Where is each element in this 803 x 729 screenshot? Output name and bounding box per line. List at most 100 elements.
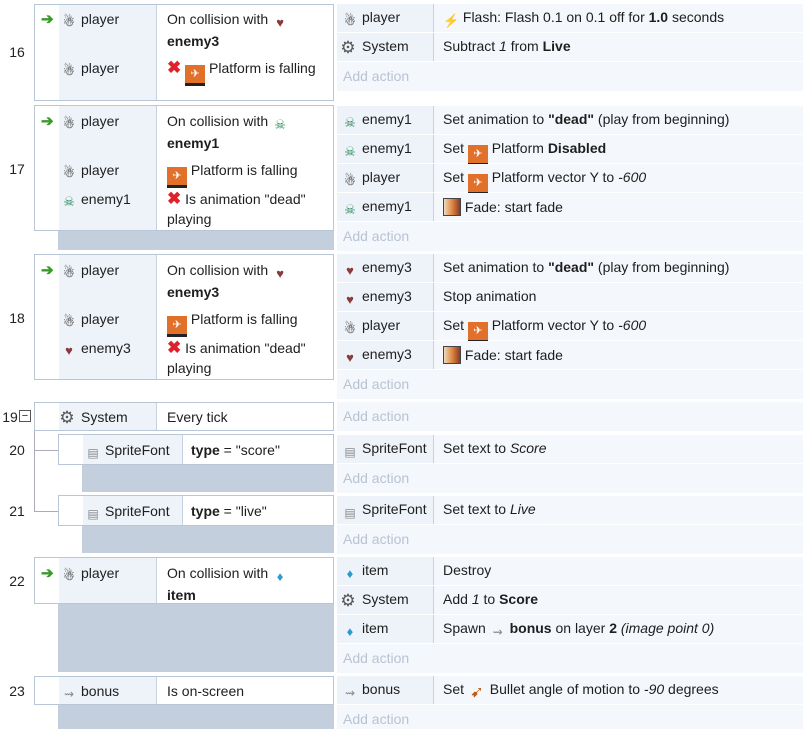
event-22-conditions[interactable]: ➔ ☃ player On collision with ♦ item (34, 557, 334, 604)
platform-behavior-icon: ✈ (467, 174, 488, 195)
condition-object: System (81, 409, 128, 425)
add-action-button[interactable]: Add action (337, 222, 803, 251)
spritefont-icon: ▤ (344, 445, 356, 459)
action-text: Set ✈ Platform vector Y to -600 (443, 169, 646, 195)
action-object: enemy3 (362, 346, 412, 362)
action-row[interactable]: ☃ player ⚡ Flash: Flash 0.1 on 0.1 off fo… (337, 4, 803, 33)
item-icon: ♦ (276, 569, 284, 584)
action-row[interactable]: ☃ player Set ✈ Platform vector Y to -600 (337, 164, 803, 195)
action-text: Set ✈ Platform vector Y to -600 (443, 317, 646, 343)
action-text: Set ✈ Platform Disabled (443, 140, 606, 166)
gear-icon: ⚙ (340, 38, 356, 57)
fade-behavior-icon (443, 198, 461, 216)
action-row[interactable]: ▤ SpriteFont Set text to Live (337, 496, 803, 525)
player-icon: ☃ (344, 13, 356, 28)
action-text: Set text to Live (443, 501, 536, 517)
action-object: enemy1 (362, 198, 412, 214)
condition-label: Is animation "dead" playing (167, 340, 306, 376)
action-row[interactable]: ⚙ System Add 1 to Score (337, 586, 803, 615)
add-action-button[interactable]: Add action (337, 705, 803, 729)
condition-label: Is animation "dead" playing (167, 191, 306, 227)
event-number: 22 (9, 573, 25, 589)
event-23-conditions[interactable]: ⇝ bonus Is on-screen (34, 676, 334, 705)
event-22-empty-area (58, 604, 334, 672)
add-action-button[interactable]: Add action (337, 644, 803, 673)
item-icon: ♦ (346, 566, 354, 581)
condition-text[interactable]: Every tick (167, 407, 228, 427)
condition-param: enemy3 (167, 284, 220, 300)
action-object: System (362, 38, 409, 54)
condition-object: bonus (81, 683, 120, 699)
condition-label: Platform is falling (209, 60, 316, 76)
enemy1-icon: ☠ (344, 202, 356, 217)
condition-label: Platform is falling (190, 311, 298, 327)
action-row[interactable]: ⇝ bonus Set ➹ Bullet angle of motion to -… (337, 676, 803, 705)
condition-object: SpriteFont (105, 442, 170, 458)
action-object: SpriteFont (362, 440, 427, 456)
event-16-conditions[interactable]: ➔ ☃ player On collision with ♥ enemy3 ☃ … (34, 4, 334, 101)
action-row[interactable]: ▤ SpriteFont Set text to Score (337, 435, 803, 464)
enemy3-icon: ♥ (276, 266, 284, 281)
condition-param: item (167, 587, 196, 603)
event-20-empty-area (82, 465, 334, 492)
event-23-empty-area (58, 705, 334, 729)
event-21-empty-area (82, 526, 334, 553)
fade-behavior-icon (443, 346, 461, 364)
trigger-arrow-icon: ➔ (41, 262, 54, 279)
tree-line (34, 450, 58, 451)
action-row[interactable]: ♥ enemy3 Set animation to "dead" (play fr… (337, 254, 803, 283)
condition-label: On collision with (167, 262, 269, 278)
condition-text[interactable]: type = "live" (191, 501, 267, 521)
bonus-icon: ⇝ (344, 686, 356, 700)
condition-text[interactable]: ✖ Is animation "dead" playing (167, 338, 331, 378)
add-action-button[interactable]: Add action (337, 525, 803, 554)
condition-text[interactable]: ✖ ✈ Platform is falling (167, 58, 327, 86)
event-19-conditions[interactable]: ⚙ System Every tick (34, 402, 334, 431)
condition-param: enemy1 (167, 135, 220, 151)
action-row[interactable]: ☃ player Set ✈ Platform vector Y to -600 (337, 312, 803, 343)
action-text: Set ➹ Bullet angle of motion to -90 degr… (443, 681, 719, 701)
condition-text[interactable]: On collision with ♥ enemy3 (167, 260, 288, 302)
enemy3-icon: ♥ (276, 15, 284, 30)
condition-text[interactable]: ✖ Is animation "dead" playing (167, 189, 331, 229)
action-row[interactable]: ☠ enemy1 Set animation to "dead" (play fr… (337, 106, 803, 135)
action-text: Destroy (443, 562, 492, 578)
action-row[interactable]: ♦ item Spawn ⇝ bonus on layer 2 (image po… (337, 615, 803, 644)
action-object: bonus (362, 681, 401, 697)
condition-text[interactable]: On collision with ♥ enemy3 (167, 9, 288, 51)
condition-text[interactable]: On collision with ♦ item (167, 563, 288, 605)
add-action-button[interactable]: Add action (337, 370, 803, 399)
action-object: System (362, 591, 409, 607)
event-17-conditions[interactable]: ➔ ☃ player On collision with ☠ enemy1 ☃ … (34, 105, 334, 231)
enemy1-icon: ☠ (274, 117, 286, 132)
event-18-conditions[interactable]: ➔ ☃ player On collision with ♥ enemy3 ☃ … (34, 254, 334, 380)
enemy3-icon: ♥ (346, 292, 354, 307)
invert-x-icon: ✖ (167, 338, 182, 357)
action-text: Set animation to "dead" (play from begin… (443, 259, 730, 275)
action-row[interactable]: ☠ enemy1 Fade: start fade (337, 193, 803, 222)
event-number: 21 (9, 503, 25, 519)
event-20-conditions[interactable]: ▤ SpriteFont type = "score" (58, 434, 334, 465)
event-21-conditions[interactable]: ▤ SpriteFont type = "live" (58, 495, 334, 526)
bonus-icon: ⇝ (63, 687, 75, 701)
action-row[interactable]: ☠ enemy1 Set ✈ Platform Disabled (337, 135, 803, 166)
condition-text[interactable]: Is on-screen (167, 681, 244, 701)
collapse-toggle[interactable]: − (19, 410, 31, 422)
action-object: enemy3 (362, 288, 412, 304)
add-action-button[interactable]: Add action (337, 402, 803, 431)
enemy1-icon: ☠ (344, 115, 356, 130)
condition-text[interactable]: type = "score" (191, 440, 280, 460)
action-row[interactable]: ♥ enemy3 Stop animation (337, 283, 803, 312)
condition-text[interactable]: ✈ Platform is falling (167, 160, 297, 188)
trigger-arrow-icon: ➔ (41, 565, 54, 582)
action-row[interactable]: ♦ item Destroy (337, 557, 803, 586)
add-action-button[interactable]: Add action (337, 62, 803, 91)
add-action-button[interactable]: Add action (337, 464, 803, 493)
condition-text[interactable]: On collision with ☠ enemy1 (167, 111, 288, 153)
action-row[interactable]: ⚙ System Subtract 1 from Live (337, 33, 803, 62)
platform-behavior-icon: ✈ (467, 145, 488, 166)
flash-icon: ⚡ (443, 13, 460, 28)
condition-object: SpriteFont (105, 503, 170, 519)
condition-text[interactable]: ✈ Platform is falling (167, 309, 297, 337)
action-row[interactable]: ♥ enemy3 Fade: start fade (337, 341, 803, 370)
